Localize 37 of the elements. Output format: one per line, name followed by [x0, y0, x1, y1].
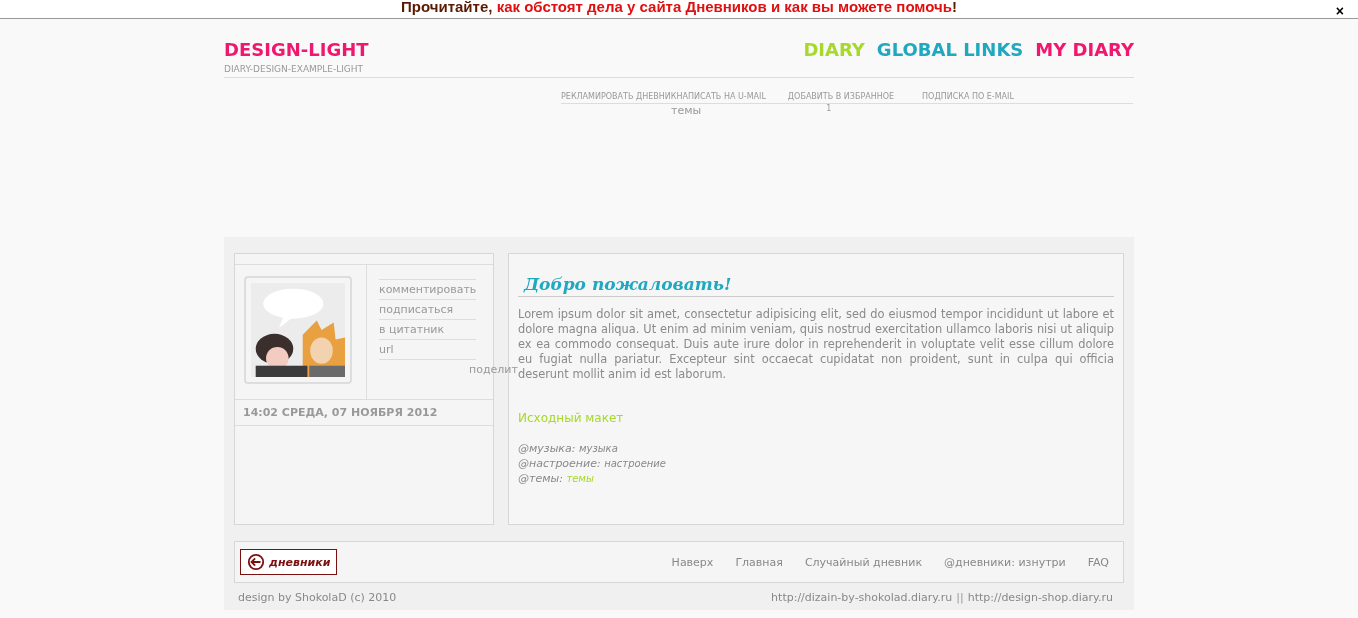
meta-line: @настроение: настроение	[518, 456, 667, 471]
post-link[interactable]: Исходный макет	[518, 411, 1114, 425]
nav-link[interactable]: MY DIARY	[1035, 39, 1134, 60]
post-body: Lorem ipsum dolor sit amet, consectetur adipisicing elit, sed do eiusmod tempor incididunt ut labore et dolore magna aliqua. Ut enim ad minim veniam, quis nostrud exercitation ullamco laboris nisi ut aliquip ex ea commodo consequat. Duis aute irure dolor in reprehenderit in voluptate velit esse cillum dolore eu fugiat nulla pariatur. Excepteur sint occaecat cupidatat non proident, sunt in culpa qui officia deserunt mollit anim id est laborum.	[518, 307, 1114, 382]
web-address-link[interactable]: http://dizain-by-shokolad.diary.ru	[771, 591, 953, 604]
action-link[interactable]: НАПИСАТЬ НА U-MAIL	[676, 92, 766, 101]
diary-logo[interactable]: дневники	[240, 549, 338, 575]
footer-link[interactable]: Случайный дневник	[804, 555, 923, 569]
footer-link[interactable]: @дневники: изнутри	[944, 555, 1066, 569]
logo-icon	[247, 553, 265, 571]
nav-link[interactable]: GLOBAL LINKS	[876, 39, 1024, 60]
meta-line: @музыка: музыка	[518, 441, 619, 456]
notice-link[interactable]: как обстоят дела у сайта Дневников и как вы можете помочь	[496, 0, 952, 15]
web-address-link[interactable]: http://design-shop.diary.ru	[967, 591, 1113, 604]
tag-count: 1	[826, 104, 832, 115]
post-title: Добро пожаловать!	[518, 274, 1114, 297]
sidebar-link[interactable]: комментировать	[379, 279, 476, 299]
sidebar-link[interactable]: подписаться	[379, 299, 476, 319]
nav-link[interactable]: DIARY	[803, 39, 865, 60]
action-link[interactable]: РЕКЛАМИРОВАТЬ ДНЕВНИК	[561, 92, 677, 101]
share-link[interactable]: поделит	[469, 363, 518, 376]
sidebar-link[interactable]: в цитатник	[379, 319, 476, 339]
sidebar-link[interactable]: url	[379, 339, 476, 360]
meta-line: @темы: темы	[518, 471, 595, 486]
credit-text: design by ShokolaD (c) 2010	[238, 591, 397, 604]
footer-link[interactable]: FAQ	[1087, 555, 1109, 569]
notice-text: Прочитайте, как обстоят дела у сайта Дневников и как вы можете помочь!	[401, 0, 957, 15]
separator-text: ||	[956, 591, 964, 604]
footer-link[interactable]: Наверх	[671, 555, 714, 569]
post-date: 14:02 СРЕДА, 07 НОЯБРЯ 2012	[235, 400, 493, 426]
action-link[interactable]: ДОБАВИТЬ В ИЗБРАННОЕ	[787, 92, 895, 101]
close-button[interactable]: ×	[1335, 4, 1344, 18]
site-title[interactable]: DESIGN-LIGHT	[224, 39, 369, 60]
tag-link[interactable]: темы	[671, 104, 702, 117]
action-link[interactable]: ПОДПИСКА ПО E-MAIL	[922, 92, 1014, 101]
footer-link[interactable]: Главная	[735, 555, 783, 569]
site-subtitle: DIARY-DESIGN-EXAMPLE-LIGHT	[224, 64, 365, 74]
